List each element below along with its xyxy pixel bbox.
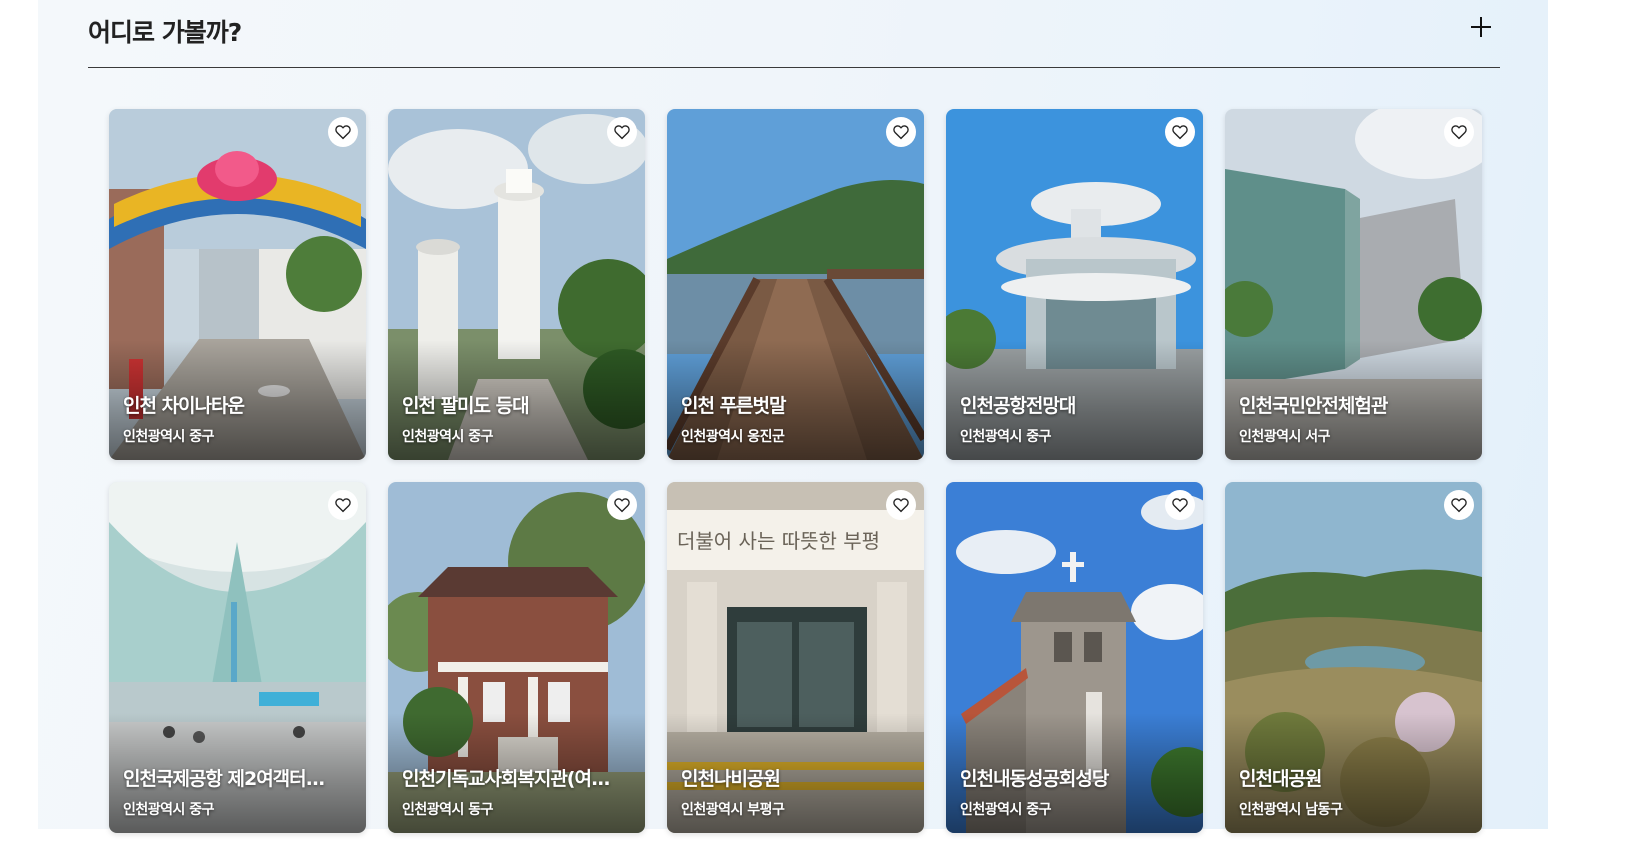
heart-icon[interactable]	[1444, 490, 1474, 520]
card-location: 인천광역시 중구	[123, 429, 215, 445]
heart-icon[interactable]	[886, 117, 916, 147]
section-title: 어디로 가볼까?	[88, 18, 242, 47]
destination-card[interactable]: 인천공항전망대 인천광역시 중구	[946, 109, 1203, 460]
heart-icon[interactable]	[328, 490, 358, 520]
card-location: 인천광역시 부평구	[681, 802, 785, 818]
heart-icon[interactable]	[328, 117, 358, 147]
section-header: 어디로 가볼까?	[88, 0, 1500, 68]
destination-card[interactable]: 인천 푸른벗말 인천광역시 옹진군	[667, 109, 924, 460]
heart-icon[interactable]	[607, 490, 637, 520]
card-location: 인천광역시 중구	[960, 802, 1052, 818]
heart-icon[interactable]	[607, 117, 637, 147]
card-title: 인천국민안전체험관	[1239, 395, 1388, 417]
destination-card[interactable]: 더불어 사는 따뜻한 부평 인천나비공원 인천광역시 부평구	[667, 482, 924, 833]
card-title: 인천 푸른벗말	[681, 395, 787, 417]
heart-icon[interactable]	[886, 490, 916, 520]
card-location: 인천광역시 중구	[123, 802, 215, 818]
destination-card[interactable]: 인천내동성공회성당 인천광역시 중구	[946, 482, 1203, 833]
destination-card[interactable]: 인천국제공항 제2여객터... 인천광역시 중구	[109, 482, 366, 833]
card-title: 인천기독교사회복지관(여...	[402, 768, 611, 790]
destination-card[interactable]: 인천 차이나타운 인천광역시 중구	[109, 109, 366, 460]
card-location: 인천광역시 남동구	[1239, 802, 1343, 818]
card-location: 인천광역시 중구	[402, 429, 494, 445]
card-location: 인천광역시 옹진군	[681, 429, 785, 445]
card-location: 인천광역시 중구	[960, 429, 1052, 445]
heart-icon[interactable]	[1165, 117, 1195, 147]
card-title: 인천내동성공회성당	[960, 768, 1109, 790]
card-title: 인천대공원	[1239, 768, 1322, 790]
card-location: 인천광역시 서구	[1239, 429, 1331, 445]
card-location: 인천광역시 동구	[402, 802, 494, 818]
destination-card[interactable]: 인천기독교사회복지관(여... 인천광역시 동구	[388, 482, 645, 833]
expand-plus-button[interactable]	[1468, 14, 1494, 40]
card-title: 인천 차이나타운	[123, 395, 245, 417]
destination-card[interactable]: 인천대공원 인천광역시 남동구	[1225, 482, 1482, 833]
heart-icon[interactable]	[1444, 117, 1474, 147]
card-title: 인천공항전망대	[960, 395, 1076, 417]
card-title: 인천국제공항 제2여객터...	[123, 768, 325, 790]
entrance-sign-text: 더불어 사는 따뜻한 부평	[677, 529, 880, 553]
destination-card[interactable]: 인천 팔미도 등대 인천광역시 중구	[388, 109, 645, 460]
heart-icon[interactable]	[1165, 490, 1195, 520]
card-title: 인천 팔미도 등대	[402, 395, 530, 417]
destination-card[interactable]: 인천국민안전체험관 인천광역시 서구	[1225, 109, 1482, 460]
destination-grid: 인천 차이나타운 인천광역시 중구 인천 팔미도 등대 인천광역시 중구 인천 …	[109, 109, 1482, 833]
card-title: 인천나비공원	[681, 768, 781, 790]
